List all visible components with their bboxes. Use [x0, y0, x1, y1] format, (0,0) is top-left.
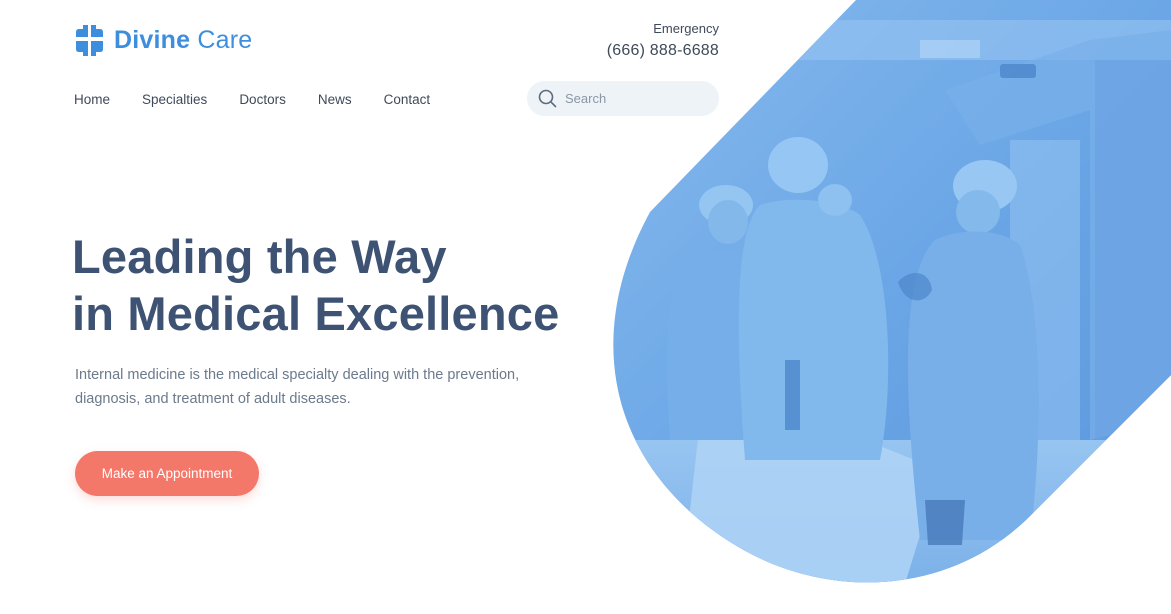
nav-item-contact[interactable]: Contact	[384, 92, 431, 108]
nav-item-specialties[interactable]: Specialties	[142, 92, 207, 108]
cross-logo-icon	[76, 25, 103, 56]
hero-description: Internal medicine is the medical special…	[75, 367, 520, 407]
nav-item-home[interactable]: Home	[74, 92, 110, 108]
emergency-label: Emergency	[653, 21, 719, 36]
search-icon[interactable]	[538, 89, 557, 108]
nav-item-doctors[interactable]: Doctors	[239, 92, 286, 108]
make-appointment-button[interactable]: Make an Appointment	[75, 451, 259, 496]
hero-title: Leading the Way in Medical Excellence	[72, 228, 560, 342]
hero-title-line-1: Leading the Way	[72, 230, 447, 283]
search-bar[interactable]	[527, 81, 719, 116]
nav-item-news[interactable]: News	[318, 92, 352, 108]
search-input[interactable]	[565, 91, 705, 106]
brand-name: Divine Care	[114, 26, 253, 54]
brand-logo[interactable]: Divine Care	[74, 25, 252, 56]
emergency-contact: Emergency (666) 888-6688	[607, 21, 719, 62]
hero-title-line-2: in Medical Excellence	[72, 287, 560, 340]
main-nav: Home Specialties Doctors News Contact	[74, 92, 462, 108]
landing-page: Divine Care Emergency (666) 888-6688 Hom…	[0, 0, 1171, 614]
emergency-phone[interactable]: (666) 888-6688	[607, 40, 719, 62]
